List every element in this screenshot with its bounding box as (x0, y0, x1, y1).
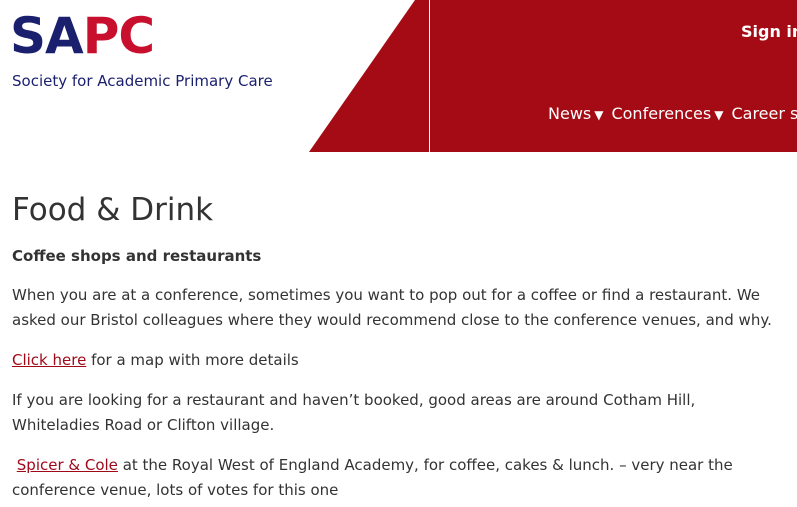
site-header: SAPC Society for Academic Primary Care S… (0, 0, 797, 152)
intro-paragraph: When you are at a conference, sometimes … (12, 286, 772, 329)
spicer-cole-paragraph: Spicer & Cole at the Royal West of Engla… (12, 453, 787, 503)
map-paragraph-text: for a map with more details (86, 351, 299, 369)
spicer-cole-text: at the Royal West of England Academy, fo… (12, 456, 733, 499)
map-link[interactable]: Click here (12, 351, 86, 369)
nav-item-conferences[interactable]: Conferences ▼ (611, 104, 723, 123)
map-paragraph: Click here for a map with more details (12, 348, 787, 373)
nav-item-label: Conferences (611, 104, 712, 123)
restaurant-areas-paragraph: If you are looking for a restaurant and … (12, 391, 696, 434)
nav-item-career-support[interactable]: Career su (731, 104, 797, 123)
site-tagline: Society for Academic Primary Care (12, 72, 273, 90)
logo-text-sa: SA (10, 7, 84, 65)
sapc-logo[interactable]: SAPC (10, 7, 155, 65)
nav-item-news[interactable]: News ▼ (548, 104, 603, 123)
section-heading: Coffee shops and restaurants (12, 247, 262, 265)
spicer-cole-link[interactable]: Spicer & Cole (17, 456, 118, 474)
logo-text-pc: PC (82, 7, 155, 65)
sign-in-link[interactable]: Sign in (741, 22, 797, 41)
main-content: Food & Drink Coffee shops and restaurant… (12, 188, 787, 503)
main-nav: News▼ Conferences▼ Career su (548, 104, 797, 123)
caret-down-icon: ▼ (594, 108, 604, 122)
nav-item-label: News (548, 104, 592, 123)
nav-item-label: Career su (731, 104, 797, 123)
caret-down-icon: ▼ (714, 108, 724, 122)
page-title: Food & Drink (12, 192, 214, 228)
